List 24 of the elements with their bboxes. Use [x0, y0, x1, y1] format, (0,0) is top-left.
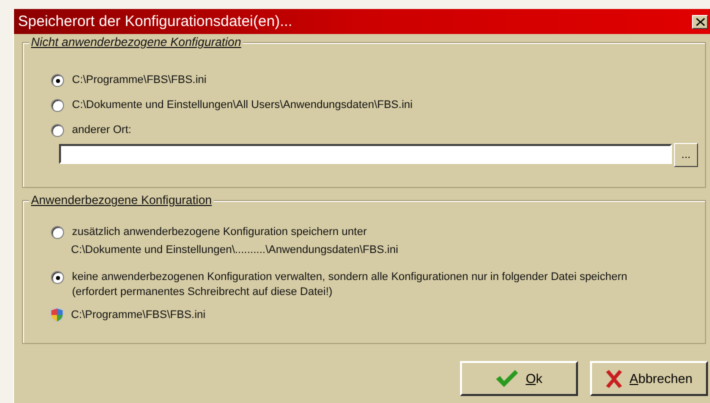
- close-icon: [696, 18, 704, 26]
- option-label[interactable]: C:\Dokumente und Einstellungen\All Users\Anwendungsdaten\FBS.ini: [72, 98, 672, 113]
- option-label[interactable]: zusätzlich anwenderbezogene Konfiguration speichern unter: [72, 225, 672, 240]
- browse-button[interactable]: ...: [674, 143, 698, 167]
- radio-button[interactable]: [51, 226, 64, 239]
- radio-button[interactable]: [51, 74, 64, 87]
- dialog-button[interactable]: Ok: [460, 361, 578, 396]
- radio-button[interactable]: [51, 271, 64, 284]
- path-field[interactable]: [59, 144, 672, 164]
- file-path: C:\Dokumente und Einstellungen\..........\Anwendungsdaten\FBS.ini: [71, 244, 398, 256]
- radio-button[interactable]: [51, 124, 64, 137]
- cross-icon: [606, 370, 622, 388]
- option-label[interactable]: C:\Programme\FBS\FBS.ini: [72, 73, 672, 88]
- dialog-button[interactable]: Abbrechen: [590, 361, 708, 396]
- radio-button[interactable]: [51, 99, 64, 112]
- file-path: C:\Programme\FBS\FBS.ini: [71, 309, 206, 321]
- shield-icon: [50, 307, 64, 323]
- group-label: Nicht anwenderbezogene Konfiguration: [29, 35, 244, 49]
- option-label[interactable]: keine anwenderbezogenen Konfiguration verwalten, sondern alle Konfigurationen nur in folgender Datei speichern (erfordert permanentes Schreibrecht auf diese Datei!): [72, 270, 672, 300]
- window-title: Speicherort der Konfigurationsdatei(en)...: [18, 13, 292, 30]
- option-label[interactable]: anderer Ort:: [72, 123, 672, 138]
- check-icon: [496, 370, 518, 388]
- group-label: Anwenderbezogene Konfiguration: [29, 193, 214, 207]
- close-button[interactable]: [692, 14, 708, 28]
